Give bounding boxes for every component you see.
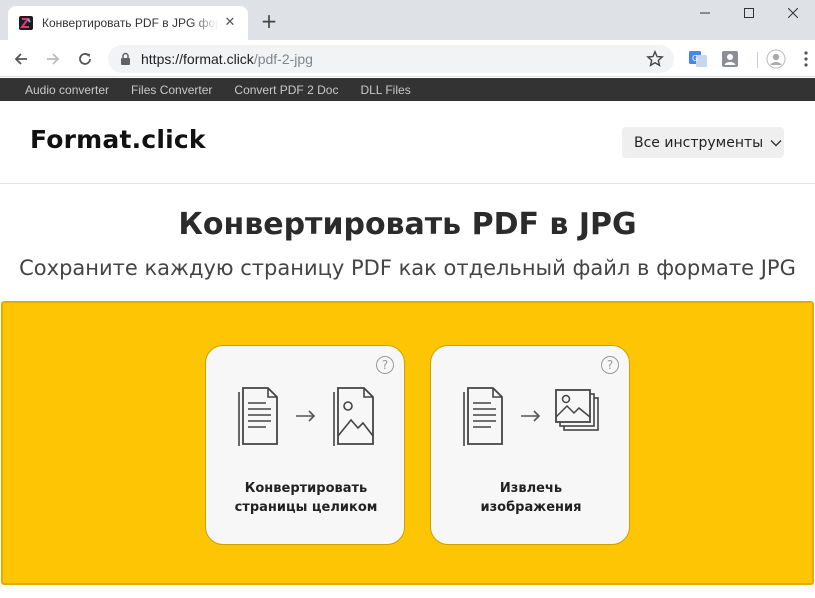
card-label-line: Конвертировать xyxy=(244,481,368,496)
profile-avatar-icon[interactable] xyxy=(766,49,786,69)
document-icon xyxy=(463,387,503,446)
card-label-line: страницы целиком xyxy=(234,500,378,515)
url-path: /pdf-2-jpg xyxy=(253,51,313,67)
all-tools-dropdown[interactable]: Все инструменты xyxy=(622,127,784,158)
page-title: Конвертировать PDF в JPG xyxy=(178,207,637,242)
site-top-nav: Audio converter Files Converter Convert … xyxy=(0,78,815,101)
extract-images-label: Извлечь изображения xyxy=(431,479,631,517)
nav-audio-converter[interactable]: Audio converter xyxy=(25,83,109,97)
reload-icon[interactable] xyxy=(74,48,96,70)
help-question-icon[interactable]: ? xyxy=(601,356,619,374)
arrow-right-icon xyxy=(296,410,316,422)
new-tab-icon[interactable]: + xyxy=(258,10,280,32)
convert-pages-label: Конвертировать страницы целиком xyxy=(206,479,406,517)
image-stack-icon xyxy=(555,389,599,431)
tab-close-icon[interactable]: ✕ xyxy=(222,15,238,31)
image-page-icon xyxy=(333,387,374,446)
translate-extension-icon[interactable]: G xyxy=(688,49,708,69)
toolbar-separator xyxy=(757,52,758,68)
back-arrow-icon[interactable] xyxy=(10,48,32,70)
svg-text:G: G xyxy=(692,54,698,63)
card-label-line: Извлечь xyxy=(499,481,563,496)
maximize-icon[interactable] xyxy=(727,0,771,26)
forward-arrow-icon[interactable] xyxy=(42,48,64,70)
user-extension-icon[interactable] xyxy=(720,49,740,69)
lock-icon xyxy=(121,52,130,65)
browser-menu-icon[interactable] xyxy=(796,49,815,69)
tool-options-panel: ? Конвертировать страницы целиком ? Извл… xyxy=(1,301,814,585)
url-text: https://format.click/pdf-2-jpg xyxy=(141,51,313,67)
all-tools-label: Все инструменты xyxy=(634,134,764,151)
nav-files-converter[interactable]: Files Converter xyxy=(131,83,212,97)
close-window-icon[interactable] xyxy=(771,0,815,26)
browser-tabstrip: Конвертировать PDF в JPG формат ✕ + xyxy=(0,0,815,40)
minimize-icon[interactable] xyxy=(683,0,727,26)
pdf-to-image-illustration xyxy=(238,387,374,446)
browser-toolbar: https://format.click/pdf-2-jpg G xyxy=(0,40,815,77)
page-subtitle: Сохраните каждую страницу PDF как отдель… xyxy=(19,256,796,280)
nav-dll-files[interactable]: DLL Files xyxy=(360,83,410,97)
browser-tab[interactable]: Конвертировать PDF в JPG формат ✕ xyxy=(8,6,248,40)
site-favicon-icon xyxy=(19,16,33,30)
document-icon xyxy=(238,387,278,446)
card-label-line: изображения xyxy=(480,500,582,515)
site-header: Format.click Все инструменты xyxy=(0,101,815,184)
address-bar[interactable]: https://format.click/pdf-2-jpg xyxy=(108,45,674,73)
nav-convert-pdf-2-doc[interactable]: Convert PDF 2 Doc xyxy=(234,83,338,97)
bookmark-star-icon[interactable] xyxy=(646,50,664,68)
chevron-down-icon xyxy=(770,139,782,146)
site-logo[interactable]: Format.click xyxy=(30,125,206,154)
url-host: https://format.click xyxy=(141,51,254,67)
extract-images-card[interactable]: ? Извлечь изображения xyxy=(430,345,630,545)
help-question-icon[interactable]: ? xyxy=(376,356,394,374)
tab-title: Конвертировать PDF в JPG формат xyxy=(42,16,218,30)
arrow-right-icon xyxy=(521,410,541,422)
extract-images-illustration xyxy=(463,387,599,446)
convert-pages-card[interactable]: ? Конвертировать страницы целиком xyxy=(205,345,405,545)
window-controls xyxy=(683,0,815,28)
